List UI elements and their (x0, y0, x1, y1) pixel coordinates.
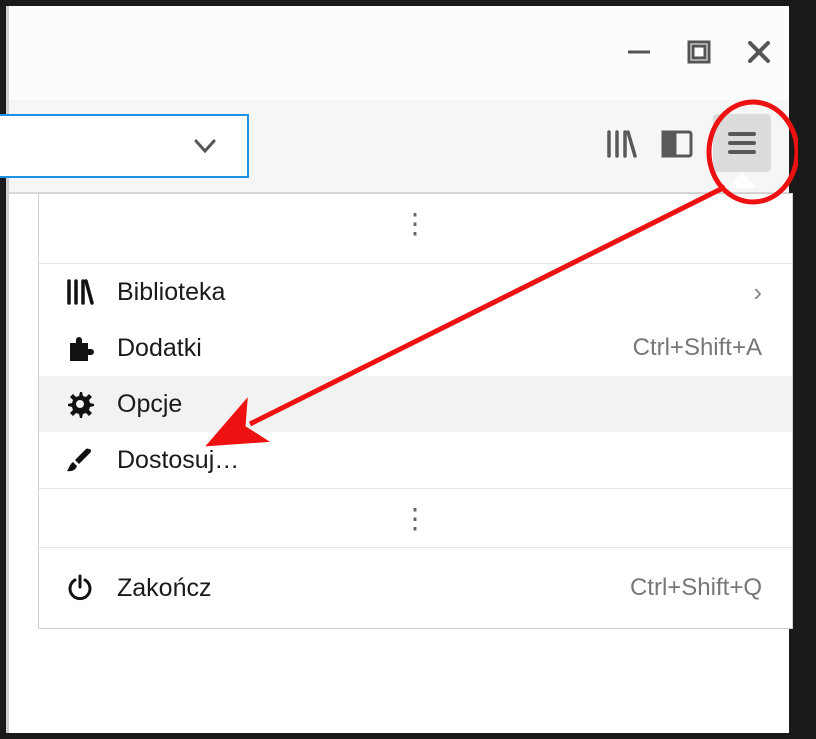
library-icon (65, 277, 105, 307)
menu-item-exit[interactable]: Zakończ Ctrl+Shift+Q (39, 548, 792, 628)
menu-pointer-caret (728, 172, 756, 188)
menu-item-label: Dostosuj… (117, 446, 239, 475)
menu-item-customize[interactable]: Dostosuj… (39, 432, 792, 488)
main-menu-panel: ⋮ Biblioteka › Dodatki Ctr (39, 194, 792, 628)
menu-item-options[interactable]: Opcje (39, 376, 792, 432)
minimize-button[interactable] (609, 32, 669, 72)
maximize-button[interactable] (669, 32, 729, 72)
brush-icon (65, 445, 105, 475)
menu-item-label: Zakończ (117, 574, 211, 603)
close-button[interactable] (729, 32, 789, 72)
menu-item-shortcut: Ctrl+Shift+Q (630, 574, 762, 602)
address-search-box[interactable] (0, 114, 249, 178)
menu-item-label: Biblioteka (117, 278, 225, 307)
browser-toolbar (9, 100, 789, 194)
menu-item-shortcut: Ctrl+Shift+A (633, 334, 762, 362)
menu-item-label: Opcje (117, 390, 182, 419)
hamburger-menu-button[interactable] (713, 114, 771, 172)
sidebar-toolbar-button[interactable] (649, 114, 705, 174)
menu-item-library[interactable]: Biblioteka › (39, 264, 792, 320)
menu-ellipsis-mid: ⋮ (39, 488, 792, 548)
power-icon (65, 573, 105, 603)
library-toolbar-button[interactable] (593, 114, 649, 174)
puzzle-icon (65, 333, 105, 363)
chevron-right-icon: › (753, 277, 762, 308)
chevron-down-icon[interactable] (191, 132, 219, 160)
window-titlebar (9, 6, 789, 100)
menu-item-label: Dodatki (117, 334, 202, 363)
menu-ellipsis-top: ⋮ (39, 194, 792, 264)
menu-item-addons[interactable]: Dodatki Ctrl+Shift+A (39, 320, 792, 376)
gear-icon (65, 389, 105, 419)
